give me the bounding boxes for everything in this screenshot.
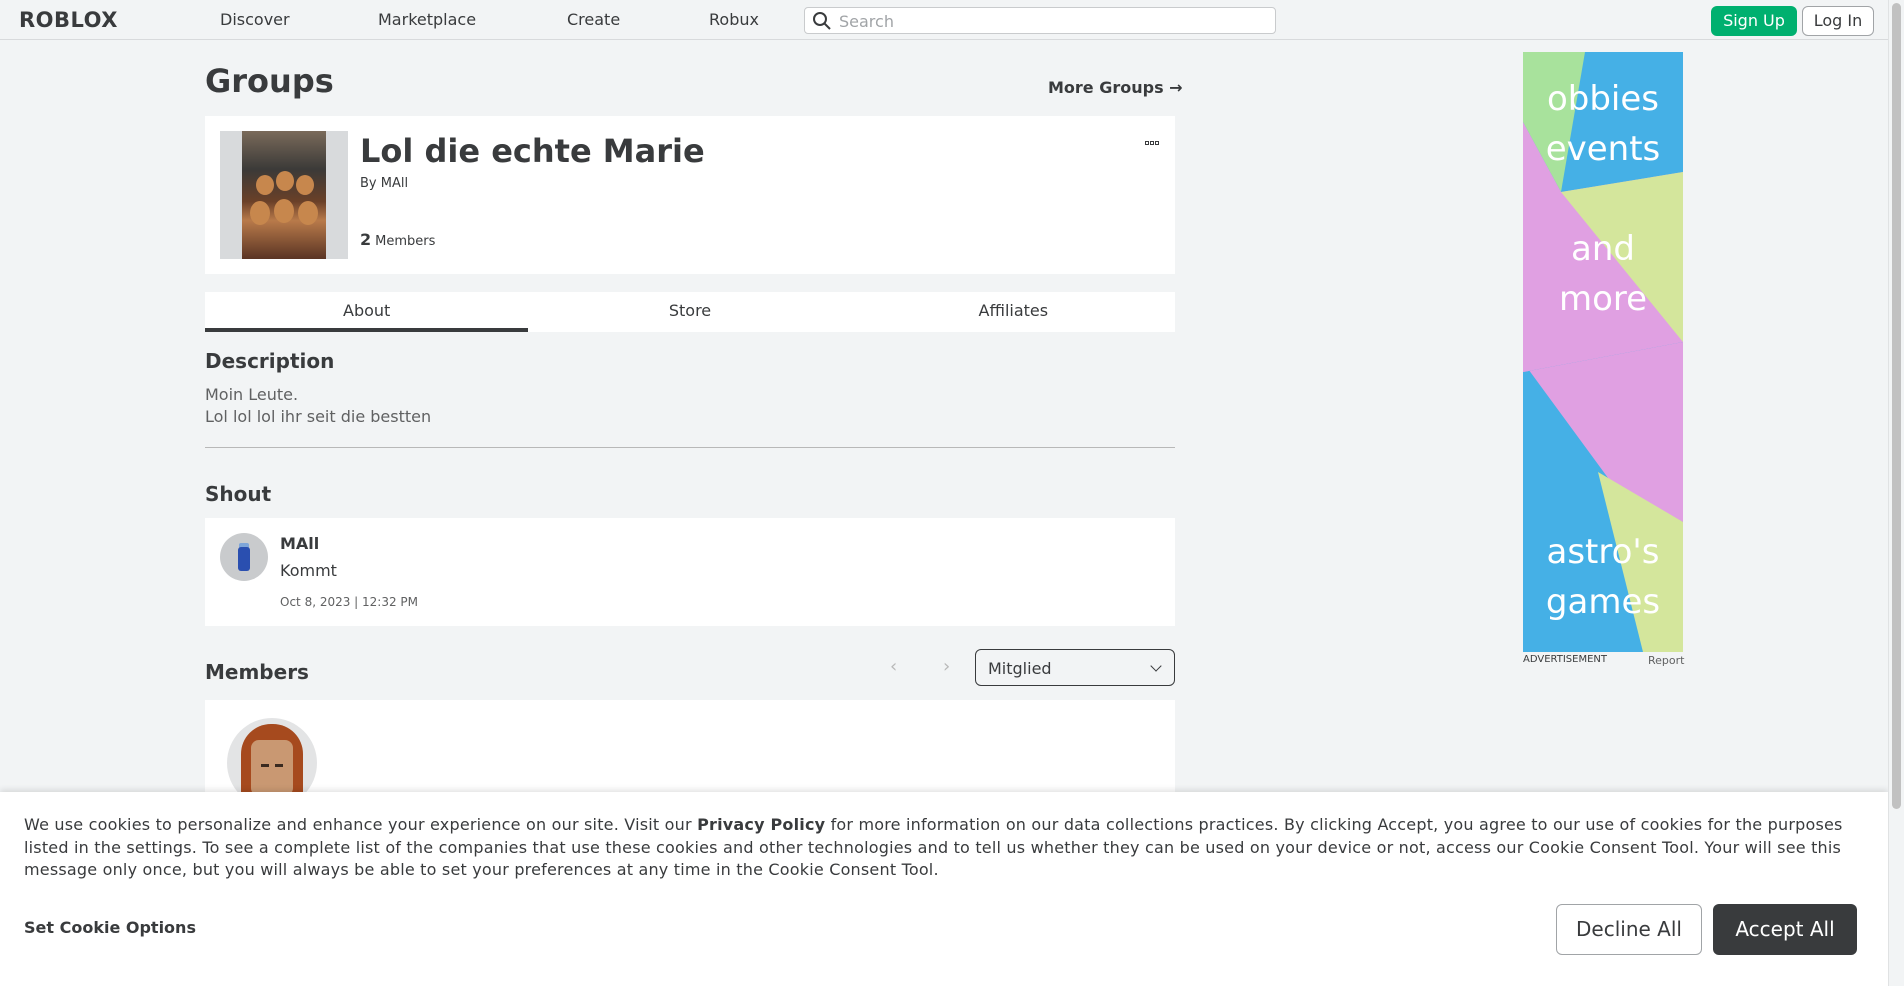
by-label: By bbox=[360, 176, 377, 191]
shout-card: MAll Kommt Oct 8, 2023 | 12:32 PM bbox=[205, 518, 1175, 626]
member-count: 2 Members bbox=[360, 230, 435, 249]
shout-avatar[interactable] bbox=[220, 533, 268, 581]
report-ad-link[interactable]: Report bbox=[1648, 654, 1684, 667]
shout-date: Oct 8, 2023 | 12:32 PM bbox=[280, 595, 419, 609]
ad-text-line: events bbox=[1545, 129, 1661, 169]
nav-marketplace[interactable]: Marketplace bbox=[378, 10, 476, 29]
decline-all-button[interactable]: Decline All bbox=[1556, 904, 1702, 955]
ad-text-line: and bbox=[1571, 229, 1635, 269]
shout-heading: Shout bbox=[205, 482, 272, 506]
cookie-text-intro: We use cookies to personalize and enhanc… bbox=[24, 815, 698, 834]
set-cookie-options-link[interactable]: Set Cookie Options bbox=[24, 918, 196, 937]
ad-text-line: astro's bbox=[1546, 532, 1660, 572]
group-emblem-image bbox=[242, 131, 326, 259]
top-navigation-bar: ROBLOX Discover Marketplace Create Robux… bbox=[0, 0, 1888, 40]
roblox-logo[interactable]: ROBLOX bbox=[19, 8, 118, 32]
chevron-down-icon bbox=[1150, 660, 1162, 672]
nav-create[interactable]: Create bbox=[567, 10, 620, 29]
group-description: Moin Leute. Lol lol lol ihr seit die bes… bbox=[205, 384, 431, 428]
tab-about[interactable]: About bbox=[205, 292, 529, 332]
search-box bbox=[804, 7, 1276, 34]
nav-robux[interactable]: Robux bbox=[709, 10, 759, 29]
group-owner: By MAll bbox=[360, 176, 408, 191]
privacy-policy-link[interactable]: Privacy Policy bbox=[697, 815, 825, 834]
cookie-consent-banner: We use cookies to personalize and enhanc… bbox=[0, 792, 1888, 986]
page-title: Groups bbox=[205, 62, 334, 100]
description-heading: Description bbox=[205, 349, 335, 373]
search-icon bbox=[813, 12, 831, 30]
ad-text-line: obbies bbox=[1546, 79, 1660, 119]
page-scrollbar[interactable] bbox=[1888, 0, 1904, 986]
description-line: Lol lol lol ihr seit die bestten bbox=[205, 407, 432, 426]
divider bbox=[205, 447, 1175, 448]
more-groups-link[interactable]: More Groups → bbox=[1048, 78, 1183, 97]
tab-store[interactable]: Store bbox=[528, 292, 851, 332]
role-select-value: Mitglied bbox=[988, 659, 1052, 678]
shout-text: Kommt bbox=[280, 561, 337, 580]
tab-affiliates[interactable]: Affiliates bbox=[852, 292, 1175, 332]
member-count-label: Members bbox=[375, 234, 436, 249]
accept-all-button[interactable]: Accept All bbox=[1713, 904, 1857, 955]
log-in-button[interactable]: Log In bbox=[1802, 6, 1874, 36]
next-page-icon[interactable]: › bbox=[943, 656, 950, 677]
ad-text-line: more bbox=[1558, 279, 1648, 319]
group-name: Lol die echte Marie bbox=[360, 132, 705, 170]
advertisement-banner[interactable]: obbies events and more astro's games bbox=[1523, 52, 1683, 652]
group-tabs: About Store Affiliates bbox=[205, 292, 1175, 332]
scrollbar-thumb[interactable] bbox=[1892, 3, 1901, 809]
member-count-number: 2 bbox=[360, 230, 372, 249]
advertisement-label: ADVERTISEMENT bbox=[1523, 654, 1608, 665]
group-header-card: Lol die echte Marie By MAll 2 Members bbox=[205, 116, 1175, 274]
cookie-text: We use cookies to personalize and enhanc… bbox=[24, 814, 1864, 882]
role-select[interactable]: Mitglied bbox=[975, 649, 1175, 686]
ad-text-line: games bbox=[1545, 582, 1661, 622]
nav-discover[interactable]: Discover bbox=[220, 10, 290, 29]
members-heading: Members bbox=[205, 660, 309, 684]
sign-up-button[interactable]: Sign Up bbox=[1711, 6, 1797, 36]
more-options-icon[interactable] bbox=[1145, 130, 1163, 145]
group-emblem bbox=[220, 131, 348, 259]
group-owner-link[interactable]: MAll bbox=[381, 176, 408, 191]
description-line: Moin Leute. bbox=[205, 385, 299, 404]
prev-page-icon[interactable]: ‹ bbox=[890, 656, 897, 677]
shout-username[interactable]: MAll bbox=[280, 534, 319, 553]
search-input[interactable] bbox=[839, 11, 1259, 31]
